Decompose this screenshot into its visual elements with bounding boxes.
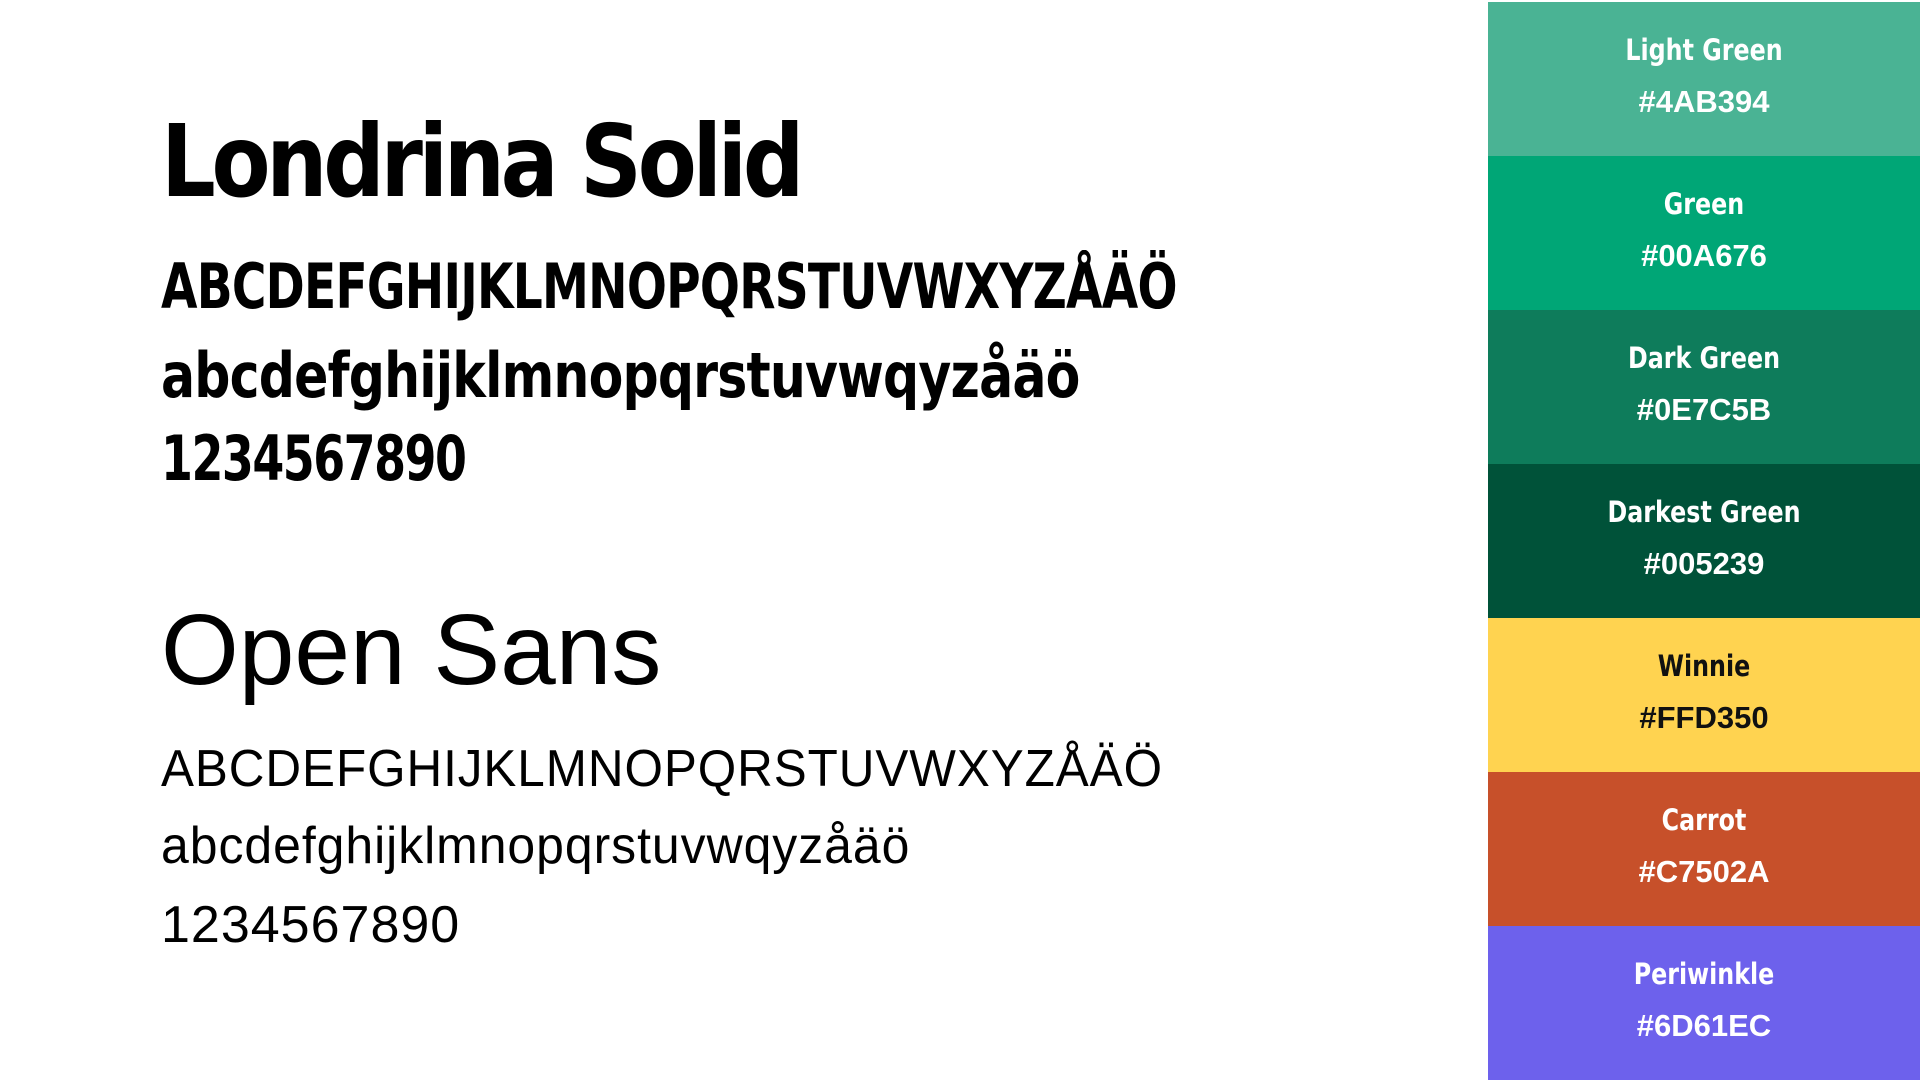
body-font-uppercase-sample: ABCDEFGHIJKLMNOPQRSTUVWXYZÅÄÖ [161,740,1163,798]
swatch-carrot: Carrot #C7502A [1488,772,1920,926]
typography-panel: Londrina Solid ABCDEFGHIJKLMNOPQRSTUVWXY… [161,0,1461,1080]
swatch-hex: #0E7C5B [1636,392,1772,427]
body-font-lowercase-sample: abcdefghijklmnopqrstuvwqyzåäö [161,817,911,875]
swatch-name: Periwinkle [1633,957,1775,991]
body-font-digits-sample: 1234567890 [161,896,461,954]
swatch-dark-green: Dark Green #0E7C5B [1488,310,1920,464]
swatch-green: Green #00A676 [1488,156,1920,310]
swatch-name: Light Green [1625,33,1783,67]
body-font-title: Open Sans [161,594,662,706]
display-font-lowercase-sample: abcdefghijklmnopqrstuvwqyzåäö [161,339,1080,412]
swatch-name: Carrot [1661,803,1747,837]
swatch-darkest-green: Darkest Green #005239 [1488,464,1920,618]
swatch-hex: #6D61EC [1636,1008,1772,1043]
swatch-name: Green [1663,187,1745,221]
swatch-hex: #FFD350 [1639,700,1769,735]
swatch-hex: #C7502A [1638,854,1770,889]
color-palette: Light Green #4AB394 Green #00A676 Dark G… [1488,2,1920,1080]
swatch-name: Darkest Green [1607,495,1801,529]
swatch-name: Dark Green [1627,341,1781,375]
swatch-hex: #00A676 [1641,238,1767,273]
swatch-hex: #4AB394 [1638,84,1770,119]
display-font-digits-sample: 1234567890 [161,422,467,495]
style-guide-slide: Londrina Solid ABCDEFGHIJKLMNOPQRSTUVWXY… [0,0,1920,1080]
swatch-name: Winnie [1657,649,1751,683]
swatch-hex: #005239 [1643,546,1765,581]
swatch-light-green: Light Green #4AB394 [1488,2,1920,156]
display-font-uppercase-sample: ABCDEFGHIJKLMNOPQRSTUVWXYZÅÄÖ [161,250,1178,323]
display-font-title: Londrina Solid [161,103,804,220]
swatch-winnie: Winnie #FFD350 [1488,618,1920,772]
swatch-periwinkle: Periwinkle #6D61EC [1488,926,1920,1080]
